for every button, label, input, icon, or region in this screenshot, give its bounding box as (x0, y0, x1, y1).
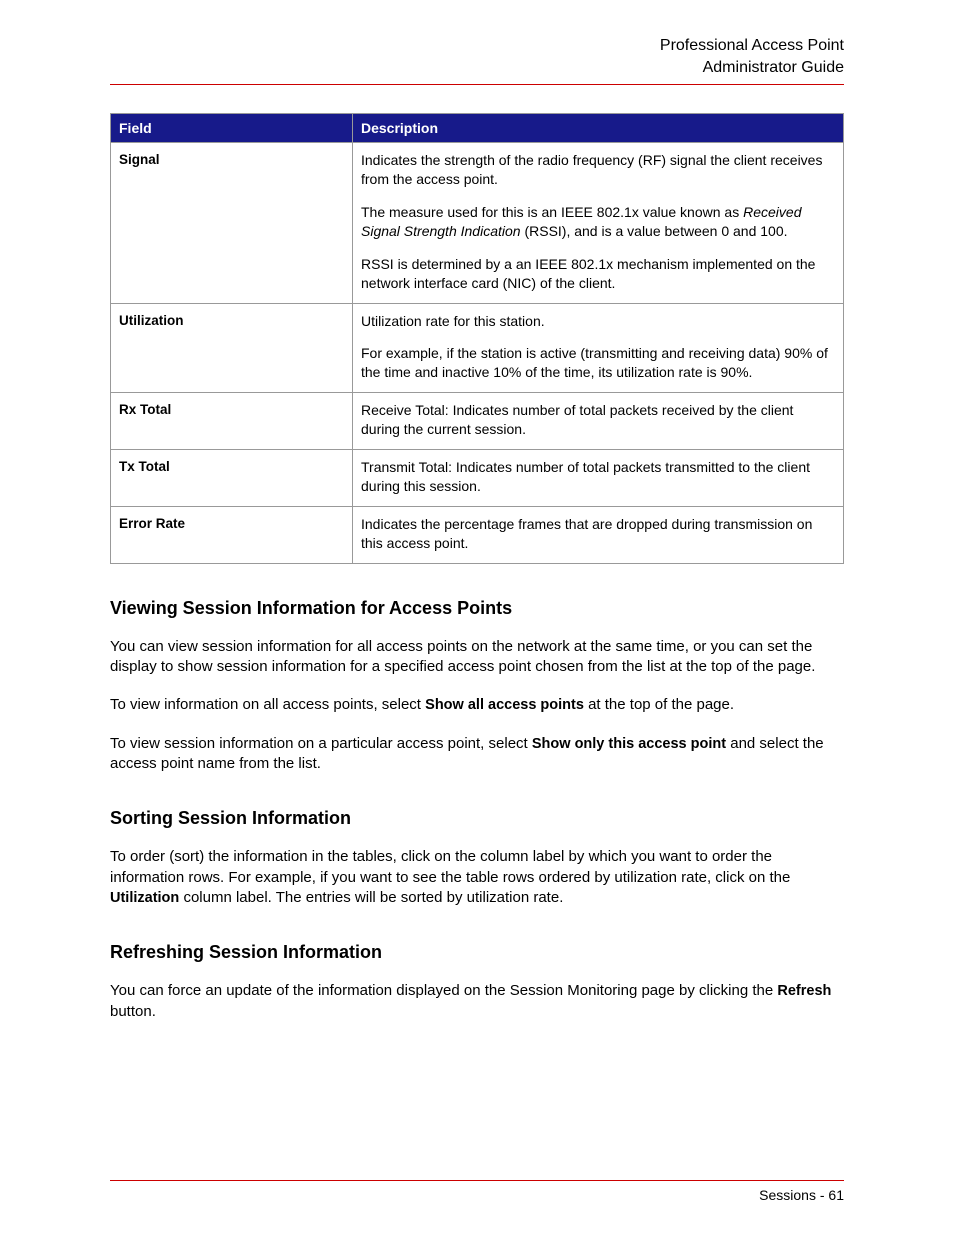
text-segment: You can force an update of the informati… (110, 982, 777, 999)
text-segment: (RSSI), and is a value between 0 and 100… (521, 223, 788, 239)
text-segment: To order (sort) the information in the t… (110, 848, 790, 885)
bold-text: Show all access points (425, 697, 584, 713)
text-segment: Receive Total: Indicates number of total… (361, 402, 793, 437)
th-description: Description (353, 114, 844, 143)
text-segment: at the top of the page. (584, 696, 734, 713)
table-row: Error RateIndicates the percentage frame… (111, 506, 844, 563)
bold-text: Utilization (110, 890, 179, 906)
field-name: Signal (111, 143, 353, 303)
section-heading: Sorting Session Information (110, 808, 844, 829)
sections-container: Viewing Session Information for Access P… (110, 598, 844, 1023)
field-description-paragraph: Utilization rate for this station. (361, 312, 835, 331)
field-description: Indicates the strength of the radio freq… (353, 143, 844, 303)
body-paragraph: To view information on all access points… (110, 695, 844, 716)
table-row: Rx TotalReceive Total: Indicates number … (111, 393, 844, 450)
bold-text: Refresh (777, 983, 831, 999)
field-description-paragraph: For example, if the station is active (t… (361, 344, 835, 382)
text-segment: The measure used for this is an IEEE 802… (361, 204, 743, 220)
page-footer: Sessions - 61 (110, 1180, 844, 1203)
footer-page-number: 61 (828, 1187, 844, 1203)
table-row: Tx TotalTransmit Total: Indicates number… (111, 449, 844, 506)
section-heading: Viewing Session Information for Access P… (110, 598, 844, 619)
text-segment: Utilization rate for this station. (361, 313, 545, 329)
page: Professional Access Point Administrator … (0, 0, 954, 1235)
field-name: Rx Total (111, 393, 353, 450)
text-segment: Transmit Total: Indicates number of tota… (361, 459, 810, 494)
header-line-1: Professional Access Point (110, 35, 844, 57)
fields-tbody: SignalIndicates the strength of the radi… (111, 143, 844, 563)
header-line-2: Administrator Guide (110, 57, 844, 79)
field-description-paragraph: Receive Total: Indicates number of total… (361, 401, 835, 439)
text-segment: To view session information on a particu… (110, 735, 532, 752)
field-description: Receive Total: Indicates number of total… (353, 393, 844, 450)
field-name: Utilization (111, 303, 353, 393)
field-name: Error Rate (111, 506, 353, 563)
field-description: Transmit Total: Indicates number of tota… (353, 449, 844, 506)
fields-table: Field Description SignalIndicates the st… (110, 113, 844, 563)
text-segment: Indicates the percentage frames that are… (361, 516, 812, 551)
table-row: SignalIndicates the strength of the radi… (111, 143, 844, 303)
field-description-paragraph: The measure used for this is an IEEE 802… (361, 203, 835, 241)
page-header: Professional Access Point Administrator … (110, 35, 844, 85)
bold-text: Show only this access point (532, 736, 726, 752)
text-segment: Indicates the strength of the radio freq… (361, 152, 822, 187)
field-description-paragraph: Indicates the strength of the radio freq… (361, 151, 835, 189)
text-segment: You can view session information for all… (110, 638, 815, 675)
body-paragraph: You can view session information for all… (110, 637, 844, 678)
body-paragraph: To view session information on a particu… (110, 734, 844, 775)
field-description-paragraph: RSSI is determined by a an IEEE 802.1x m… (361, 255, 835, 293)
footer-sep: - (816, 1187, 828, 1203)
field-description: Indicates the percentage frames that are… (353, 506, 844, 563)
text-segment: button. (110, 1003, 156, 1020)
body-paragraph: You can force an update of the informati… (110, 981, 844, 1022)
section-heading: Refreshing Session Information (110, 942, 844, 963)
field-description-paragraph: Indicates the percentage frames that are… (361, 515, 835, 553)
body-paragraph: To order (sort) the information in the t… (110, 847, 844, 908)
table-row: UtilizationUtilization rate for this sta… (111, 303, 844, 393)
text-segment: column label. The entries will be sorted… (179, 889, 563, 906)
text-segment: For example, if the station is active (t… (361, 345, 828, 380)
field-description: Utilization rate for this station. For ex… (353, 303, 844, 393)
footer-section: Sessions (759, 1187, 816, 1203)
th-field: Field (111, 114, 353, 143)
field-name: Tx Total (111, 449, 353, 506)
field-description-paragraph: Transmit Total: Indicates number of tota… (361, 458, 835, 496)
text-segment: RSSI is determined by a an IEEE 802.1x m… (361, 256, 815, 291)
text-segment: To view information on all access points… (110, 696, 425, 713)
